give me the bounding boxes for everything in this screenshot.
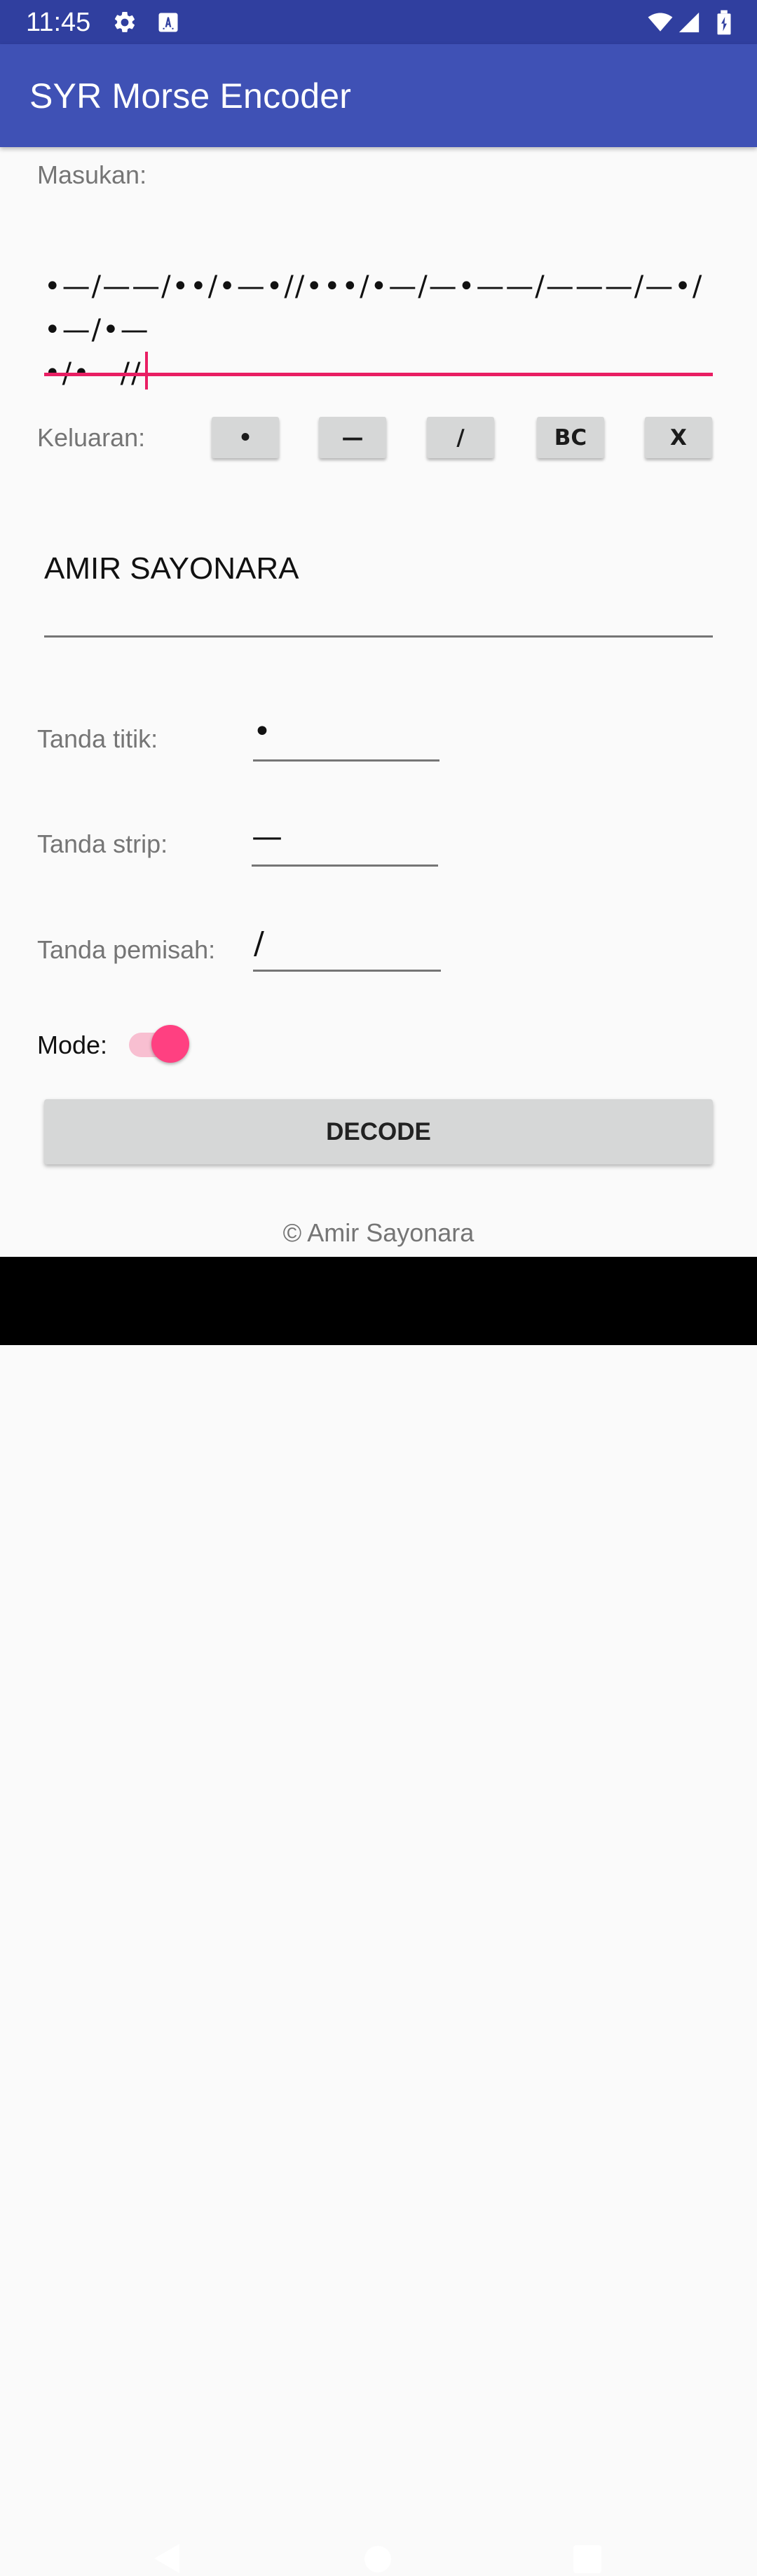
battery-icon: [717, 10, 731, 35]
copyright-text: © Amir Sayonara: [282, 1218, 475, 1247]
signal-icon: [678, 12, 700, 33]
morse-input-underline: [44, 373, 713, 376]
slash-button[interactable]: /: [427, 417, 494, 458]
morse-input-line-1: •—/——/••/•—•//•••/•—/—•——/———/—•/•—/•—: [44, 270, 704, 346]
wifi-icon: [648, 13, 673, 32]
output-label: Keluaran:: [37, 423, 146, 452]
mode-toggle-thumb[interactable]: [151, 1025, 189, 1063]
backspace-button[interactable]: BC: [537, 417, 604, 458]
status-time: 11:45: [26, 8, 91, 37]
mode-label: Mode:: [37, 1031, 108, 1059]
dash-symbol-label: Tanda strip:: [37, 829, 168, 858]
app-title: SYR Morse Encoder: [29, 76, 352, 116]
dash-button[interactable]: —: [319, 417, 386, 458]
status-bar: 11:45: [0, 0, 757, 44]
output-underline: [44, 635, 713, 638]
separator-symbol-label: Tanda pemisah:: [37, 935, 216, 964]
dash-symbol-underline: [252, 865, 438, 867]
decode-button[interactable]: DECODE: [44, 1099, 713, 1164]
dot-button[interactable]: •: [212, 417, 279, 458]
dot-symbol-underline: [253, 759, 439, 762]
home-icon[interactable]: [363, 2544, 393, 2574]
gear-icon: [114, 11, 135, 32]
input-label: Masukan:: [37, 160, 147, 189]
a-box-icon: [158, 13, 178, 32]
recents-icon[interactable]: [573, 2544, 602, 2574]
dash-symbol-input[interactable]: —: [252, 820, 282, 855]
separator-symbol-underline: [253, 970, 441, 972]
dot-symbol-input[interactable]: •: [253, 715, 271, 750]
navigation-bar: [0, 1257, 757, 2573]
separator-symbol-input[interactable]: /: [254, 926, 264, 961]
clear-button[interactable]: X: [645, 417, 712, 458]
back-icon[interactable]: [151, 2541, 182, 2576]
text-cursor: [144, 352, 148, 390]
output-field[interactable]: AMIR SAYONARA: [44, 551, 710, 587]
app-bar: SYR Morse Encoder: [0, 44, 757, 147]
dot-symbol-label: Tanda titik:: [37, 724, 158, 753]
